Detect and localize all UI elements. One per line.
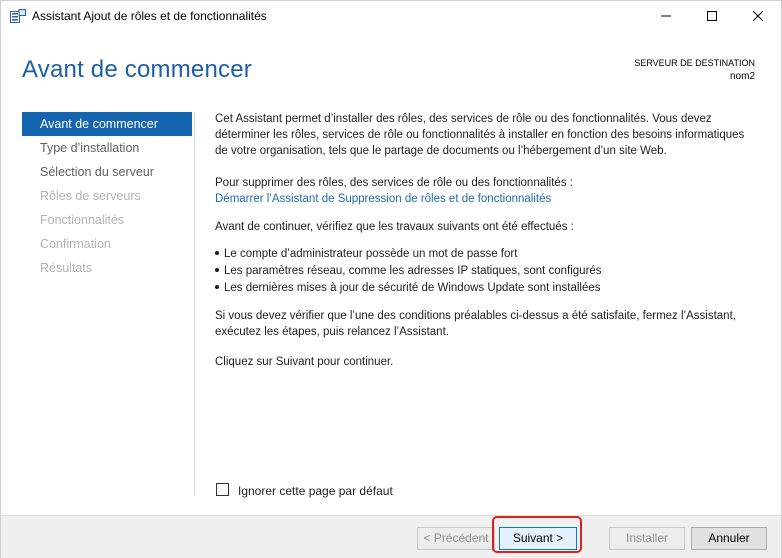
- title-bar[interactable]: Assistant Ajout de rôles et de fonctionn…: [1, 1, 781, 31]
- nav-divider: [194, 112, 195, 496]
- server-manager-icon: [10, 9, 26, 23]
- skip-page-option[interactable]: Ignorer cette page par défaut: [216, 482, 393, 498]
- cancel-button[interactable]: Annuler: [691, 527, 767, 550]
- skip-page-checkbox[interactable]: [216, 483, 229, 497]
- maximize-icon: [707, 11, 717, 21]
- maximize-button[interactable]: [689, 1, 735, 31]
- close-icon: [753, 11, 763, 21]
- nav-item-confirmation: Confirmation: [40, 237, 111, 251]
- bullet-icon: [215, 284, 219, 289]
- nav-item-type-installation[interactable]: Type d’installation: [22, 136, 192, 160]
- remove-section: Pour supprimer des rôles, des services d…: [215, 175, 755, 207]
- remove-roles-link[interactable]: Démarrer l’Assistant de Suppression de r…: [215, 191, 755, 207]
- close-button[interactable]: [735, 1, 781, 31]
- list-item: Le compte d’administrateur possède un mo…: [215, 246, 755, 263]
- nav-item-fonctionnalites: Fonctionnalités: [40, 213, 125, 227]
- nav-item-resultats: Résultats: [40, 261, 93, 275]
- verify-paragraph: Si vous devez vérifier que l’une des con…: [215, 310, 736, 338]
- destination-server-label: SERVEUR DE DESTINATION: [634, 58, 755, 68]
- destination-server-value: nom2: [729, 71, 755, 82]
- list-item-text: Les paramètres réseau, comme les adresse…: [224, 265, 602, 277]
- list-item-text: Les dernières mises à jour de sécurité d…: [224, 282, 601, 294]
- nav-item-roles-serveurs: Rôles de serveurs: [40, 189, 141, 203]
- page-title: Avant de commencer: [22, 56, 252, 83]
- nav-item-avant-de-commencer[interactable]: Avant de commencer: [22, 112, 192, 136]
- prerequisites-list: Le compte d’administrateur possède un mo…: [215, 246, 755, 297]
- install-button: Installer: [609, 527, 685, 550]
- wizard-window: Assistant Ajout de rôles et de fonctionn…: [0, 0, 782, 558]
- before-continue-text: Avant de continuer, vérifiez que les tra…: [215, 221, 574, 233]
- remove-text: Pour supprimer des rôles, des services d…: [215, 177, 573, 189]
- continue-text: Cliquez sur Suivant pour continuer.: [215, 356, 394, 368]
- list-item: Les dernières mises à jour de sécurité d…: [215, 280, 755, 297]
- skip-page-label[interactable]: Ignorer cette page par défaut: [238, 484, 393, 498]
- bullet-icon: [215, 250, 219, 255]
- list-item-text: Le compte d’administrateur possède un mo…: [224, 248, 518, 260]
- list-item: Les paramètres réseau, comme les adresse…: [215, 263, 755, 280]
- button-bar: < Précédent Suivant > Installer Annuler: [1, 515, 781, 558]
- intro-paragraph: Cet Assistant permet d’installer des rôl…: [215, 113, 745, 157]
- minimize-button[interactable]: [643, 1, 689, 31]
- window-title: Assistant Ajout de rôles et de fonctionn…: [32, 9, 267, 23]
- previous-button: < Précédent: [417, 527, 495, 550]
- nav-item-selection-serveur[interactable]: Sélection du serveur: [22, 160, 192, 184]
- minimize-icon: [661, 15, 671, 17]
- wizard-steps-nav: Avant de commencer Type d’installation S…: [22, 112, 192, 280]
- next-button-highlight: [492, 516, 582, 553]
- bullet-icon: [215, 267, 219, 272]
